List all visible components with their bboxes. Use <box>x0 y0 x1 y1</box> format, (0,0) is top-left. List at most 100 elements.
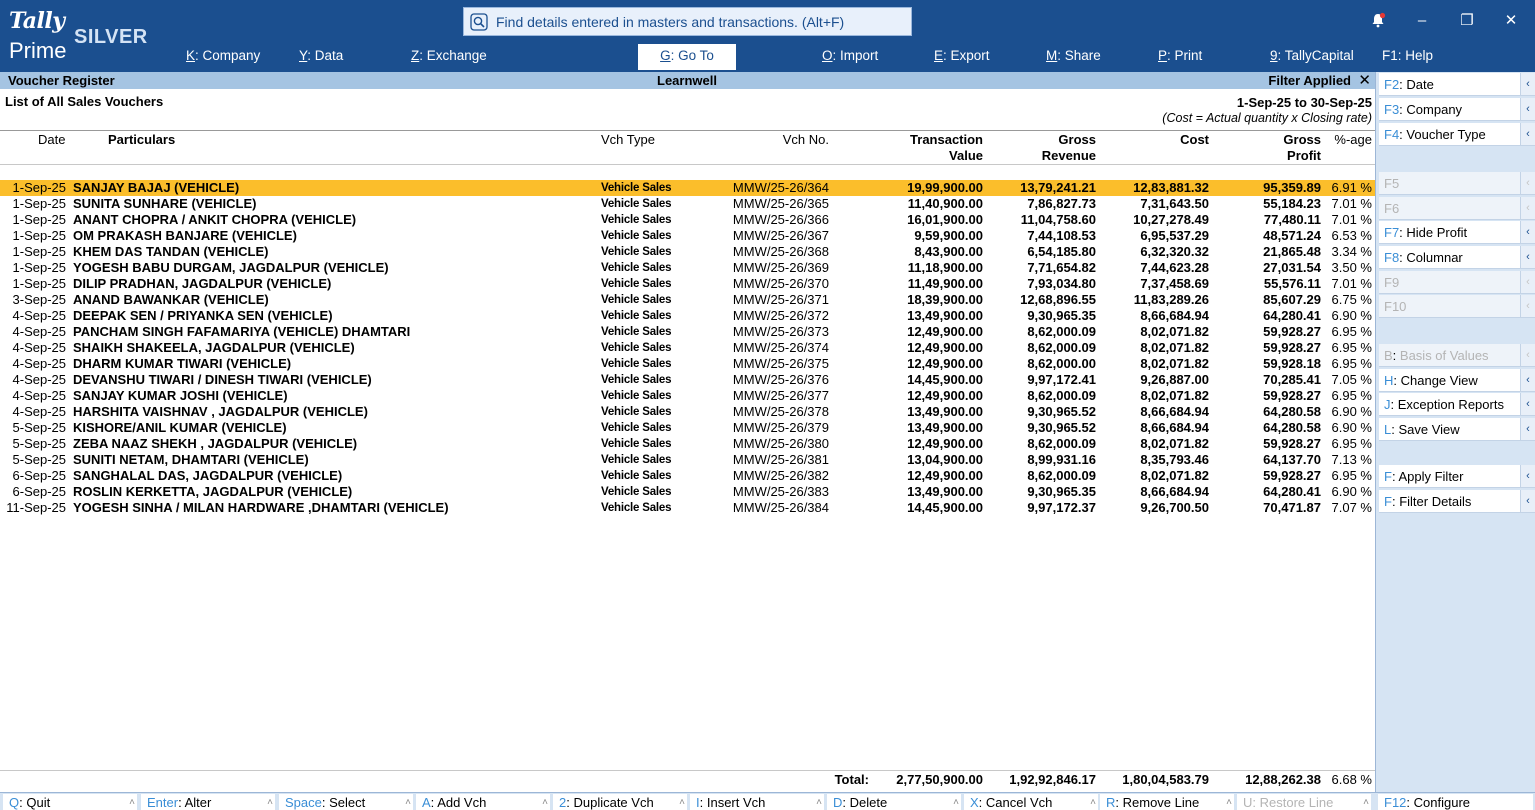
row-vch-type: Vehicle Sales <box>601 262 672 274</box>
row-gross-profit: 64,137.70 <box>1263 452 1321 467</box>
side-button-save-view[interactable]: L: Save View ‹ <box>1379 418 1535 441</box>
bottom-button-duplicate-vch[interactable]: 2: Duplicate Vch ˄ <box>553 794 687 810</box>
row-gross-revenue: 9,97,172.41 <box>1027 372 1096 387</box>
menu-share[interactable]: M: Share <box>1046 48 1101 63</box>
table-row[interactable]: 1-Sep-25 KHEM DAS TANDAN (VEHICLE) Vehic… <box>0 244 1375 260</box>
side-button-date[interactable]: F2: Date ‹ <box>1379 73 1535 96</box>
bottom-button-label: Duplicate Vch <box>573 795 654 810</box>
chevron-left-icon[interactable]: ‹ <box>1520 295 1535 317</box>
row-percentage: 6.53 % <box>1331 228 1372 243</box>
bottom-button-quit[interactable]: Q: Quit ˄ <box>3 794 137 810</box>
menu-exchange[interactable]: Z: Exchange <box>411 48 487 63</box>
chevron-left-icon[interactable]: ‹ <box>1520 393 1535 415</box>
row-percentage: 6.95 % <box>1331 356 1372 371</box>
menu-import[interactable]: O: Import <box>822 48 878 63</box>
row-gross-revenue: 8,62,000.09 <box>1027 468 1096 483</box>
menu-help[interactable]: F1: Help <box>1382 48 1433 63</box>
bottom-button-insert-vch[interactable]: I: Insert Vch ˄ <box>690 794 824 810</box>
row-vch-type: Vehicle Sales <box>601 342 672 354</box>
chevron-left-icon[interactable]: ‹ <box>1520 123 1535 145</box>
bottom-button-restore-line[interactable]: U: Restore Line ˄ <box>1237 794 1371 810</box>
minimize-icon[interactable]: – <box>1410 10 1434 30</box>
bottom-button-delete[interactable]: D: Delete ˄ <box>827 794 961 810</box>
bottom-button-remove-line[interactable]: R: Remove Line ˄ <box>1100 794 1234 810</box>
chevron-left-icon[interactable]: ‹ <box>1520 197 1535 219</box>
table-row[interactable]: 4-Sep-25 PANCHAM SINGH FAFAMARIYA (VEHIC… <box>0 324 1375 340</box>
row-transaction-value: 12,49,900.00 <box>907 356 983 371</box>
bottom-button-configure[interactable]: F12: Configure <box>1378 794 1533 810</box>
table-row[interactable]: 1-Sep-25 YOGESH BABU DURGAM, JAGDALPUR (… <box>0 260 1375 276</box>
menu-print[interactable]: P: Print <box>1158 48 1202 63</box>
table-row[interactable]: 4-Sep-25 SANJAY KUMAR JOSHI (VEHICLE) Ve… <box>0 388 1375 404</box>
side-button-key: F8 <box>1384 250 1400 265</box>
row-particulars: SHAIKH SHAKEELA, JAGDALPUR (VEHICLE) <box>73 340 355 355</box>
side-button-f5[interactable]: F5 ‹ <box>1379 172 1535 195</box>
chevron-left-icon[interactable]: ‹ <box>1520 246 1535 268</box>
restore-icon[interactable]: ❐ <box>1455 10 1479 30</box>
notification-bell-icon[interactable] <box>1366 10 1390 30</box>
chevron-left-icon[interactable]: ‹ <box>1520 418 1535 440</box>
table-row[interactable]: 4-Sep-25 DHARM KUMAR TIWARI (VEHICLE) Ve… <box>0 356 1375 372</box>
row-date: 1-Sep-25 <box>12 196 66 211</box>
chevron-left-icon[interactable]: ‹ <box>1520 369 1535 391</box>
chevron-left-icon[interactable]: ‹ <box>1520 490 1535 512</box>
row-date: 4-Sep-25 <box>12 372 66 387</box>
menu-company[interactable]: K: Company <box>186 48 260 63</box>
chevron-left-icon[interactable]: ‹ <box>1520 344 1535 366</box>
side-button-basis-of-values[interactable]: B: Basis of Values ‹ <box>1379 344 1535 367</box>
chevron-left-icon[interactable]: ‹ <box>1520 172 1535 194</box>
table-row[interactable]: 11-Sep-25 YOGESH SINHA / MILAN HARDWARE … <box>0 500 1375 516</box>
chevron-left-icon[interactable]: ‹ <box>1520 271 1535 293</box>
menu-go-to[interactable]: G: Go To <box>638 44 736 70</box>
chevron-left-icon[interactable]: ‹ <box>1520 221 1535 243</box>
chevron-left-icon[interactable]: ‹ <box>1520 98 1535 120</box>
side-button-f9[interactable]: F9 ‹ <box>1379 271 1535 294</box>
title-bar: Tally Prime SILVER Find details entered … <box>0 0 1535 72</box>
table-row[interactable]: 1-Sep-25 ANANT CHOPRA / ANKIT CHOPRA (VE… <box>0 212 1375 228</box>
table-row[interactable]: 5-Sep-25 KISHORE/ANIL KUMAR (VEHICLE) Ve… <box>0 420 1375 436</box>
menu-data[interactable]: Y: Data <box>299 48 343 63</box>
table-row[interactable]: 4-Sep-25 HARSHITA VAISHNAV , JAGDALPUR (… <box>0 404 1375 420</box>
bottom-button-cancel-vch[interactable]: X: Cancel Vch ˄ <box>964 794 1098 810</box>
row-date: 5-Sep-25 <box>12 436 66 451</box>
table-row[interactable]: 4-Sep-25 DEVANSHU TIWARI / DINESH TIWARI… <box>0 372 1375 388</box>
table-row[interactable]: 5-Sep-25 ZEBA NAAZ SHEKH , JAGDALPUR (VE… <box>0 436 1375 452</box>
menu-tallycapital[interactable]: 9: TallyCapital <box>1270 48 1354 63</box>
table-row[interactable]: 1-Sep-25 SANJAY BAJAJ (VEHICLE) Vehicle … <box>0 180 1375 196</box>
row-gross-revenue: 9,97,172.37 <box>1027 500 1096 515</box>
side-button-hide-profit[interactable]: F7: Hide Profit ‹ <box>1379 221 1535 244</box>
side-button-apply-filter[interactable]: F: Apply Filter ‹ <box>1379 465 1535 488</box>
side-button-columnar[interactable]: F8: Columnar ‹ <box>1379 246 1535 269</box>
close-report-icon[interactable]: ✕ <box>1358 71 1371 89</box>
bottom-button-add-vch[interactable]: A: Add Vch ˄ <box>416 794 550 810</box>
close-window-icon[interactable]: ✕ <box>1499 10 1523 30</box>
bottom-button-label: Add Vch <box>437 795 487 810</box>
side-button-f10[interactable]: F10 ‹ <box>1379 295 1535 318</box>
side-button-filter-details[interactable]: F: Filter Details ‹ <box>1379 490 1535 513</box>
side-button-company[interactable]: F3: Company ‹ <box>1379 98 1535 121</box>
table-row[interactable]: 5-Sep-25 SUNITI NETAM, DHAMTARI (VEHICLE… <box>0 452 1375 468</box>
row-cost: 7,44,623.28 <box>1140 260 1209 275</box>
table-row[interactable]: 4-Sep-25 SHAIKH SHAKEELA, JAGDALPUR (VEH… <box>0 340 1375 356</box>
table-row[interactable]: 6-Sep-25 ROSLIN KERKETTA, JAGDALPUR (VEH… <box>0 484 1375 500</box>
bottom-button-select[interactable]: Space: Select ˄ <box>279 794 413 810</box>
table-row[interactable]: 3-Sep-25 ANAND BAWANKAR (VEHICLE) Vehicl… <box>0 292 1375 308</box>
table-row[interactable]: 4-Sep-25 DEEPAK SEN / PRIYANKA SEN (VEHI… <box>0 308 1375 324</box>
row-vch-no: MMW/25-26/378 <box>732 404 829 419</box>
table-row[interactable]: 1-Sep-25 OM PRAKASH BANJARE (VEHICLE) Ve… <box>0 228 1375 244</box>
table-row[interactable]: 1-Sep-25 SUNITA SUNHARE (VEHICLE) Vehicl… <box>0 196 1375 212</box>
side-button-change-view[interactable]: H: Change View ‹ <box>1379 369 1535 392</box>
side-button-voucher-type[interactable]: F4: Voucher Type ‹ <box>1379 123 1535 146</box>
global-search-box[interactable]: Find details entered in masters and tran… <box>463 7 912 36</box>
report-period[interactable]: 1-Sep-25 to 30-Sep-25 <box>1237 95 1372 110</box>
col-date: Date <box>38 132 66 147</box>
chevron-left-icon[interactable]: ‹ <box>1520 465 1535 487</box>
table-row[interactable]: 1-Sep-25 DILIP PRADHAN, JAGDALPUR (VEHIC… <box>0 276 1375 292</box>
side-button-f6[interactable]: F6 ‹ <box>1379 197 1535 220</box>
side-button-exception-reports[interactable]: J: Exception Reports ‹ <box>1379 393 1535 416</box>
bottom-button-alter[interactable]: Enter: Alter ˄ <box>141 794 275 810</box>
chevron-left-icon[interactable]: ‹ <box>1520 73 1535 95</box>
menu-export[interactable]: E: Export <box>934 48 990 63</box>
bottom-button-key: F12 <box>1384 795 1407 810</box>
table-row[interactable]: 6-Sep-25 SANGHALAL DAS, JAGDALPUR (VEHIC… <box>0 468 1375 484</box>
